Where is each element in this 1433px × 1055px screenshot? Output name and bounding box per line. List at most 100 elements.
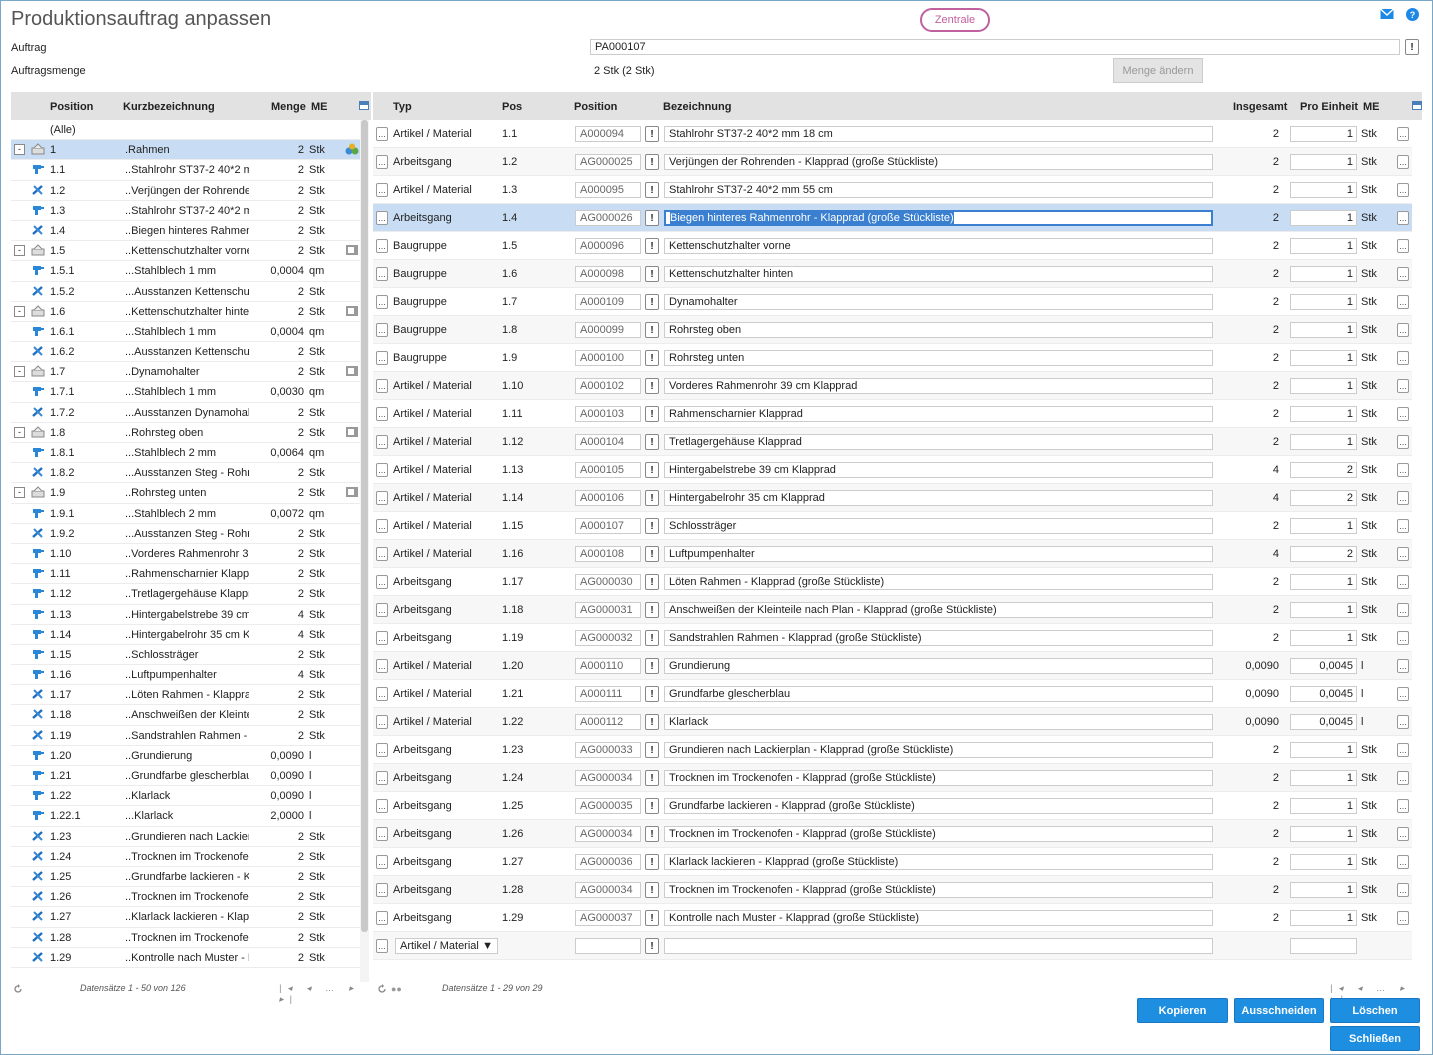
row-more-button[interactable]: … <box>1397 771 1409 785</box>
tree-row[interactable]: 1.29 ..Kontrolle nach Muster - Klapprad 2S… <box>11 948 360 968</box>
location-badge[interactable]: Zentrale <box>920 8 990 32</box>
grid-row[interactable]: … Arbeitsgang 1.25 AG000035! Grundfarbe lack… <box>373 792 1412 820</box>
row-bezeichnung-input[interactable]: Sandstrahlen Rahmen - Klapprad (große St… <box>664 630 1213 646</box>
row-position-input[interactable]: A000108 <box>575 546 641 562</box>
row-lookup-button[interactable]: ! <box>645 798 659 814</box>
grid-row[interactable]: … Arbeitsgang 1.27 AG000036! Klarlack lackie… <box>373 848 1412 876</box>
refresh-icon[interactable] <box>377 984 387 994</box>
row-position-input[interactable]: A000106 <box>575 490 641 506</box>
row-position-input[interactable]: AG000034 <box>575 770 641 786</box>
menge-aendern-button[interactable]: Menge ändern <box>1113 58 1203 83</box>
row-position-input[interactable]: AG000033 <box>575 742 641 758</box>
row-menu-button[interactable]: … <box>376 183 388 197</box>
row-pro-einheit-input[interactable]: 1 <box>1290 798 1357 814</box>
kopieren-button[interactable]: Kopieren <box>1137 998 1228 1023</box>
tree-row[interactable]: 1.22 ..Klarlack 0,0090 l <box>11 786 360 807</box>
row-lookup-button[interactable]: ! <box>645 854 659 870</box>
row-menu-button[interactable]: … <box>376 883 388 897</box>
row-menu-button[interactable]: … <box>376 323 388 337</box>
auftrag-input[interactable]: PA000107 <box>590 39 1400 55</box>
row-bezeichnung-input[interactable]: Biegen hinteres Rahmenrohr - Klapprad (g… <box>664 210 1213 226</box>
row-menu-button[interactable]: … <box>376 603 388 617</box>
row-menu-button[interactable]: … <box>376 659 388 673</box>
collapse-toggle-icon[interactable]: - <box>14 487 25 499</box>
row-pro-einheit-input[interactable]: 0,0045 <box>1290 714 1357 730</box>
row-more-button[interactable]: … <box>1397 855 1409 869</box>
row-pro-einheit-input[interactable]: 1 <box>1290 602 1357 618</box>
grid-row[interactable]: … Arbeitsgang 1.29 AG000037! Kontrolle nach … <box>373 904 1412 932</box>
row-menu-button[interactable]: … <box>376 631 388 645</box>
row-position-input[interactable]: AG000034 <box>575 882 641 898</box>
tree-row[interactable]: 1.27 ..Klarlack lackieren - Klapprad 2 Stk <box>11 907 360 928</box>
collapse-toggle-icon[interactable]: - <box>14 245 25 257</box>
row-more-button[interactable]: … <box>1397 239 1409 253</box>
row-lookup-button[interactable]: ! <box>645 126 659 142</box>
row-pro-einheit-input[interactable]: 1 <box>1290 910 1357 926</box>
row-menu-button[interactable]: … <box>376 435 388 449</box>
row-lookup-button[interactable]: ! <box>645 770 659 786</box>
row-pro-einheit-input[interactable]: 1 <box>1290 378 1357 394</box>
tree-row[interactable]: 1.22.1 ...Klarlack 2,0000 l <box>11 806 360 827</box>
subassembly-icon[interactable] <box>345 365 359 377</box>
collapse-toggle-icon[interactable]: - <box>14 366 25 378</box>
row-pro-einheit-input[interactable]: 1 <box>1290 434 1357 450</box>
row-position-input[interactable]: AG000031 <box>575 602 641 618</box>
row-menu-button[interactable]: … <box>376 715 388 729</box>
row-position-input[interactable]: A000111 <box>575 686 641 702</box>
grid-row[interactable]: … Artikel / Material 1.21 A000111! Grundfarb… <box>373 680 1412 708</box>
row-position-input[interactable]: AG000034 <box>575 826 641 842</box>
row-position-input[interactable]: A000096 <box>575 238 641 254</box>
row-bezeichnung-input[interactable]: Trocknen im Trockenofen - Klapprad (groß… <box>664 770 1213 786</box>
row-position-input[interactable]: AG000037 <box>575 910 641 926</box>
row-pro-einheit-input[interactable]: 1 <box>1290 126 1357 142</box>
row-bezeichnung-input[interactable]: Rahmenscharnier Klapprad <box>664 406 1213 422</box>
grid-row[interactable]: … Artikel / Material 1.22 A000112! Klarlack 0… <box>373 708 1412 736</box>
row-more-button[interactable]: … <box>1397 211 1409 225</box>
row-bezeichnung-input[interactable]: Verjüngen der Rohrenden - Klapprad (groß… <box>664 154 1213 170</box>
row-pro-einheit-input[interactable]: 0,0045 <box>1290 686 1357 702</box>
row-more-button[interactable]: … <box>1397 575 1409 589</box>
new-row-bezeichnung-input[interactable] <box>664 938 1213 954</box>
row-position-input[interactable]: AG000025 <box>575 154 641 170</box>
row-more-button[interactable]: … <box>1397 799 1409 813</box>
row-pro-einheit-input[interactable]: 1 <box>1290 882 1357 898</box>
row-pro-einheit-input[interactable]: 1 <box>1290 574 1357 590</box>
tree-row[interactable]: 1.21 ..Grundfarbe glescherblau 0,0090 l <box>11 766 360 787</box>
row-more-button[interactable]: … <box>1397 603 1409 617</box>
tree-row[interactable]: 1.26 ..Trocknen im Trockenofen 2 Stk <box>11 887 360 908</box>
row-more-button[interactable]: … <box>1397 463 1409 477</box>
row-lookup-button[interactable]: ! <box>645 238 659 254</box>
row-position-input[interactable]: A000103 <box>575 406 641 422</box>
tree-row[interactable]: 1.6.1 ...Stahlblech 1 mm 0,0004 qm <box>11 322 360 343</box>
row-pro-einheit-input[interactable]: 1 <box>1290 826 1357 842</box>
loeschen-button[interactable]: Löschen <box>1330 998 1420 1023</box>
tree-row[interactable]: 1.18 ..Anschweißen der Kleinteile 2 Stk <box>11 705 360 726</box>
row-lookup-button[interactable]: ! <box>645 294 659 310</box>
new-row-type-select[interactable]: Artikel / Material ▼ <box>395 938 498 954</box>
row-more-button[interactable]: … <box>1397 295 1409 309</box>
row-pro-einheit-input[interactable]: 1 <box>1290 266 1357 282</box>
grid-row[interactable]: … Arbeitsgang 1.17 AG000030! Löten Rahmen - … <box>373 568 1412 596</box>
collapse-toggle-icon[interactable]: - <box>14 144 25 156</box>
row-pro-einheit-input[interactable]: 1 <box>1290 742 1357 758</box>
row-lookup-button[interactable]: ! <box>645 322 659 338</box>
row-bezeichnung-input[interactable]: Klarlack <box>664 714 1213 730</box>
row-more-button[interactable]: … <box>1397 911 1409 925</box>
row-position-input[interactable]: A000109 <box>575 294 641 310</box>
subassembly-icon[interactable] <box>345 305 359 317</box>
row-pro-einheit-input[interactable]: 0,0045 <box>1290 658 1357 674</box>
grid-row[interactable]: … Artikel / Material 1.10 A000102! Vorderes … <box>373 372 1412 400</box>
tree-row[interactable]: 1.20 ..Grundierung 0,0090 l <box>11 746 360 766</box>
row-lookup-button[interactable]: ! <box>645 462 659 478</box>
row-pro-einheit-input[interactable]: 1 <box>1290 322 1357 338</box>
row-menu-button[interactable]: … <box>376 547 388 561</box>
grid-row[interactable]: … Baugruppe 1.9 A000100! Rohrsteg unten 2 1 Stk… <box>373 344 1412 372</box>
tree-row[interactable]: 1.19 ..Sandstrahlen Rahmen - Klapprad 2 Stk <box>11 726 360 746</box>
row-position-input[interactable]: A000112 <box>575 714 641 730</box>
row-pro-einheit-input[interactable]: 1 <box>1290 770 1357 786</box>
row-position-input[interactable]: AG000030 <box>575 574 641 590</box>
row-menu-button[interactable]: … <box>376 155 388 169</box>
row-more-button[interactable]: … <box>1397 351 1409 365</box>
row-bezeichnung-input[interactable]: Rohrsteg unten <box>664 350 1213 366</box>
row-bezeichnung-input[interactable]: Tretlagergehäuse Klapprad <box>664 434 1213 450</box>
